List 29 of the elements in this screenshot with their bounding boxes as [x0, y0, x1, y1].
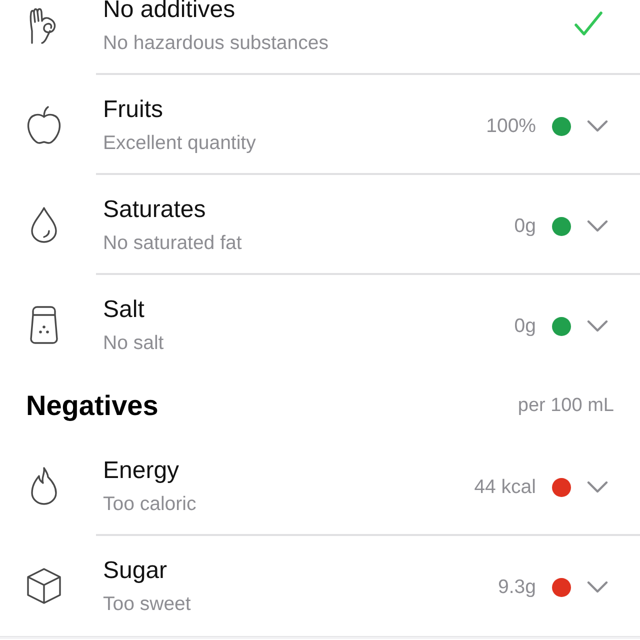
check-icon	[574, 11, 603, 37]
item-subtitle: Too caloric	[103, 492, 198, 516]
value-text: 44 kcal	[474, 476, 536, 498]
item-subtitle: Excellent quantity	[103, 131, 257, 155]
item-subtitle: No hazardous substances	[103, 31, 330, 55]
section-title: Negatives	[26, 390, 158, 422]
value-text: 0g	[514, 314, 536, 338]
salt-shaker-icon	[29, 305, 59, 345]
apple-icon	[26, 105, 62, 145]
cube-icon	[26, 567, 62, 605]
chevron-down-icon	[587, 481, 608, 493]
chevron-down-icon	[587, 320, 608, 332]
item-title: Fruits	[103, 97, 164, 123]
item-title: Energy	[103, 458, 180, 484]
value-text: 9.3g	[498, 576, 536, 598]
value-text: 0g	[514, 214, 536, 238]
chevron-down-icon	[587, 581, 608, 593]
item-subtitle: No salt	[103, 331, 165, 355]
item-title: Sugar	[103, 558, 168, 584]
item-title: Saturates	[103, 197, 207, 223]
flame-icon	[29, 466, 59, 506]
unit-label: per 100 mL	[518, 394, 614, 416]
chevron-down-icon	[587, 220, 608, 232]
item-subtitle: No saturated fat	[103, 231, 243, 255]
item-title: Salt	[103, 297, 146, 323]
chevron-down-icon	[587, 120, 608, 132]
item-subtitle: Too sweet	[103, 592, 192, 616]
drop-icon	[29, 206, 59, 244]
value-text: 100%	[486, 114, 536, 138]
